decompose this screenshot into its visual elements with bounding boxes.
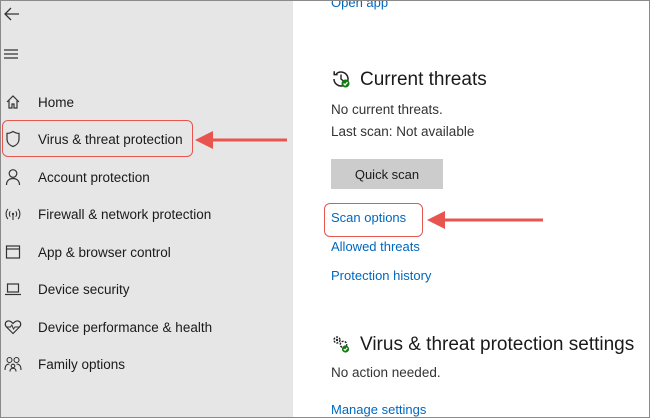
annotation-arrow-sidebar-icon xyxy=(195,131,287,149)
sidebar-item-family-options[interactable]: Family options xyxy=(1,347,293,381)
sidebar-item-label: Account protection xyxy=(38,169,150,185)
family-icon xyxy=(4,355,22,373)
manage-settings-link[interactable]: Manage settings xyxy=(331,402,426,417)
quick-scan-button[interactable]: Quick scan xyxy=(331,159,443,189)
sidebar-item-app-browser-control[interactable]: App & browser control xyxy=(1,235,293,269)
hamburger-icon xyxy=(4,49,18,59)
sidebar-item-label: Family options xyxy=(38,356,126,372)
open-app-link[interactable]: Open app xyxy=(331,1,388,10)
settings-title: Virus & threat protection settings xyxy=(360,334,635,355)
current-threats-icon xyxy=(331,69,351,94)
person-icon xyxy=(4,168,22,186)
protection-history-link[interactable]: Protection history xyxy=(331,268,431,283)
app-window-icon xyxy=(4,243,22,261)
sidebar-item-label: Home xyxy=(38,94,75,110)
threat-status-text: No current threats. xyxy=(331,102,443,117)
annotation-arrow-scan-options-icon xyxy=(427,211,543,229)
settings-gear-icon xyxy=(331,334,351,359)
sidebar-item-home[interactable]: Home xyxy=(1,85,293,119)
sidebar-item-label: Device security xyxy=(38,281,130,297)
current-threats-title: Current threats xyxy=(360,69,487,90)
sidebar-item-account-protection[interactable]: Account protection xyxy=(1,160,293,194)
sidebar-item-device-performance[interactable]: Device performance & health xyxy=(1,310,293,344)
scan-options-highlight-box xyxy=(324,203,423,237)
home-icon xyxy=(4,93,22,111)
window-frame: Home Virus & threat protection Account p… xyxy=(0,0,650,418)
sidebar-item-firewall[interactable]: Firewall & network protection xyxy=(1,197,293,231)
sidebar-item-label: App & browser control xyxy=(38,244,171,260)
sidebar-item-device-security[interactable]: Device security xyxy=(1,272,293,306)
sidebar-item-label: Firewall & network protection xyxy=(38,206,212,222)
hamburger-menu-button[interactable] xyxy=(3,47,21,63)
sidebar-highlight-box xyxy=(2,120,193,157)
last-scan-text: Last scan: Not available xyxy=(331,124,475,139)
settings-status-text: No action needed. xyxy=(331,365,441,380)
heart-icon xyxy=(4,318,22,336)
back-arrow-icon xyxy=(4,7,19,21)
laptop-icon xyxy=(4,280,22,298)
back-button[interactable] xyxy=(3,5,23,25)
sidebar: Home Virus & threat protection Account p… xyxy=(1,1,293,417)
allowed-threats-link[interactable]: Allowed threats xyxy=(331,239,420,254)
sidebar-item-label: Device performance & health xyxy=(38,319,213,335)
wifi-icon xyxy=(4,205,22,223)
